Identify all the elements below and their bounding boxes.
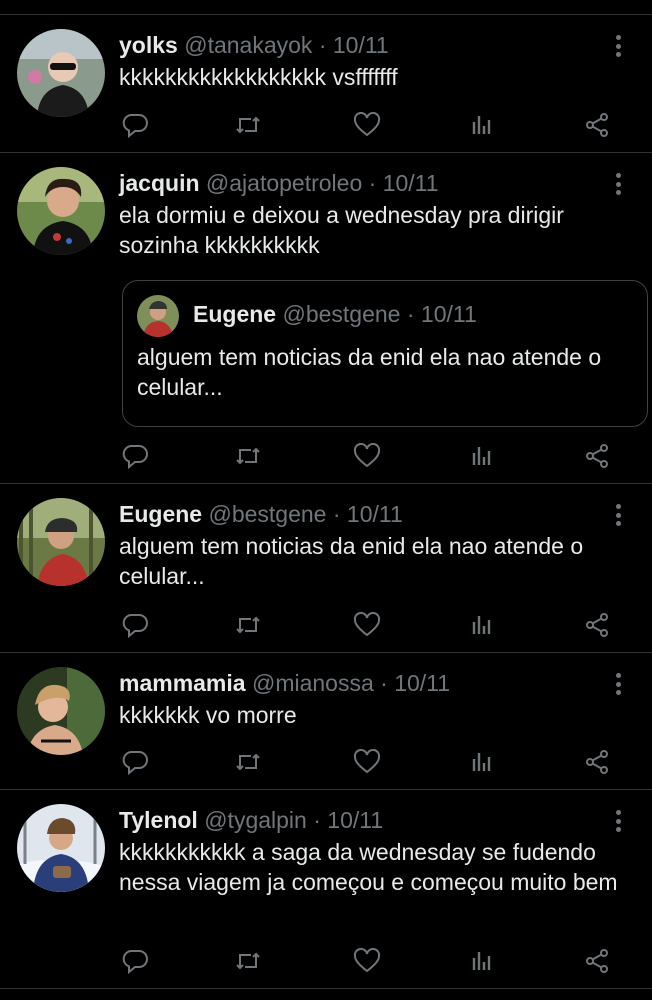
retweet-icon[interactable] <box>234 443 262 469</box>
tweet-date[interactable]: 10/11 <box>333 32 389 58</box>
tweet-tylenol[interactable]: Tylenol @tygalpin · 10/11 kkkkkkkkkkk a … <box>0 790 652 989</box>
share-icon[interactable] <box>583 612 611 638</box>
more-vertical-icon[interactable] <box>616 173 622 195</box>
separator-dot: · <box>318 32 327 58</box>
author-handle: @bestgene <box>282 301 401 327</box>
tweet-actions <box>119 948 612 974</box>
heart-icon[interactable] <box>353 948 381 974</box>
avatar[interactable] <box>17 667 105 755</box>
avatar[interactable] <box>17 804 105 892</box>
share-icon[interactable] <box>583 948 611 974</box>
avatar[interactable] <box>17 498 105 586</box>
heart-icon[interactable] <box>353 443 381 469</box>
quoted-tweet-header: Eugene @bestgene · 10/11 <box>193 301 477 328</box>
separator-dot: · <box>406 301 415 327</box>
tweet-actions <box>119 443 612 469</box>
tweet-date[interactable]: 10/11 <box>347 501 403 527</box>
tweet-date: 10/11 <box>420 301 477 327</box>
quoted-tweet[interactable]: Eugene @bestgene · 10/11 alguem tem noti… <box>122 280 648 427</box>
reply-icon[interactable] <box>121 612 149 638</box>
tweet-header: yolks @tanakayok · 10/11 <box>119 32 630 59</box>
author-handle[interactable]: @ajatopetroleo <box>206 170 362 196</box>
share-icon[interactable] <box>583 443 611 469</box>
retweet-icon[interactable] <box>234 112 262 138</box>
retweet-icon[interactable] <box>234 749 262 775</box>
tweet-date[interactable]: 10/11 <box>327 807 383 833</box>
reply-icon[interactable] <box>121 112 149 138</box>
more-vertical-icon[interactable] <box>616 810 622 832</box>
tweet-text: ela dormiu e deixou a wednesday pra diri… <box>119 202 564 258</box>
tweet-text: kkkkkkk vo morre <box>119 702 297 728</box>
separator-dot: · <box>313 807 321 833</box>
tweet-header: Tylenol @tygalpin · 10/11 <box>119 807 630 834</box>
tweet-date[interactable]: 10/11 <box>394 670 450 696</box>
author-handle[interactable]: @mianossa <box>252 670 374 696</box>
more-vertical-icon[interactable] <box>616 504 622 526</box>
heart-icon[interactable] <box>353 612 381 638</box>
views-chart-icon[interactable] <box>468 749 496 775</box>
tweet-header: jacquin @ajatopetroleo · 10/11 <box>119 170 630 197</box>
author-handle[interactable]: @bestgene <box>208 501 326 527</box>
tweet-actions <box>119 112 612 138</box>
author-name[interactable]: jacquin <box>119 170 200 196</box>
views-chart-icon[interactable] <box>468 948 496 974</box>
quoted-tweet-text: alguem tem noticias da enid ela nao aten… <box>137 344 602 400</box>
reply-icon[interactable] <box>121 749 149 775</box>
top-divider <box>0 0 652 15</box>
author-name: Eugene <box>193 301 277 327</box>
retweet-icon[interactable] <box>234 612 262 638</box>
more-vertical-icon[interactable] <box>616 673 622 695</box>
tweet-header: Eugene @bestgene · 10/11 <box>119 501 630 528</box>
author-name[interactable]: Eugene <box>119 501 202 527</box>
separator-dot: · <box>368 170 377 196</box>
share-icon[interactable] <box>583 112 611 138</box>
share-icon[interactable] <box>583 749 611 775</box>
avatar <box>137 295 179 337</box>
heart-icon[interactable] <box>353 749 381 775</box>
reply-icon[interactable] <box>121 443 149 469</box>
tweet-jacquin[interactable]: jacquin @ajatopetroleo · 10/11 ela dormi… <box>0 153 652 484</box>
author-name[interactable]: Tylenol <box>119 807 198 833</box>
tweet-text: kkkkkkkkkkk a saga da wednesday se fuden… <box>119 839 618 895</box>
more-vertical-icon[interactable] <box>616 35 622 57</box>
views-chart-icon[interactable] <box>468 443 496 469</box>
tweet-text: alguem tem noticias da enid ela nao aten… <box>119 533 584 589</box>
separator-dot: · <box>380 670 388 696</box>
retweet-icon[interactable] <box>234 948 262 974</box>
views-chart-icon[interactable] <box>468 112 496 138</box>
tweet-yolks[interactable]: yolks @tanakayok · 10/11 kkkkkkkkkkkkkkk… <box>0 15 652 153</box>
separator-dot: · <box>332 501 341 527</box>
heart-icon[interactable] <box>353 112 381 138</box>
tweet-mammamia[interactable]: mammamia @mianossa · 10/11 kkkkkkk vo mo… <box>0 653 652 790</box>
author-handle[interactable]: @tanakayok <box>184 32 312 58</box>
tweet-actions <box>119 612 612 638</box>
tweet-header: mammamia @mianossa · 10/11 <box>119 670 630 697</box>
tweet-eugene[interactable]: Eugene @bestgene · 10/11 alguem tem noti… <box>0 484 652 653</box>
tweet-date[interactable]: 10/11 <box>383 170 439 196</box>
tweet-text: kkkkkkkkkkkkkkkkkk vsfffffff <box>119 64 398 90</box>
author-name[interactable]: mammamia <box>119 670 246 696</box>
tweet-actions <box>119 749 612 775</box>
avatar[interactable] <box>17 167 105 255</box>
author-name[interactable]: yolks <box>119 32 178 58</box>
views-chart-icon[interactable] <box>468 612 496 638</box>
avatar[interactable] <box>17 29 105 117</box>
reply-icon[interactable] <box>121 948 149 974</box>
author-handle[interactable]: @tygalpin <box>204 807 307 833</box>
